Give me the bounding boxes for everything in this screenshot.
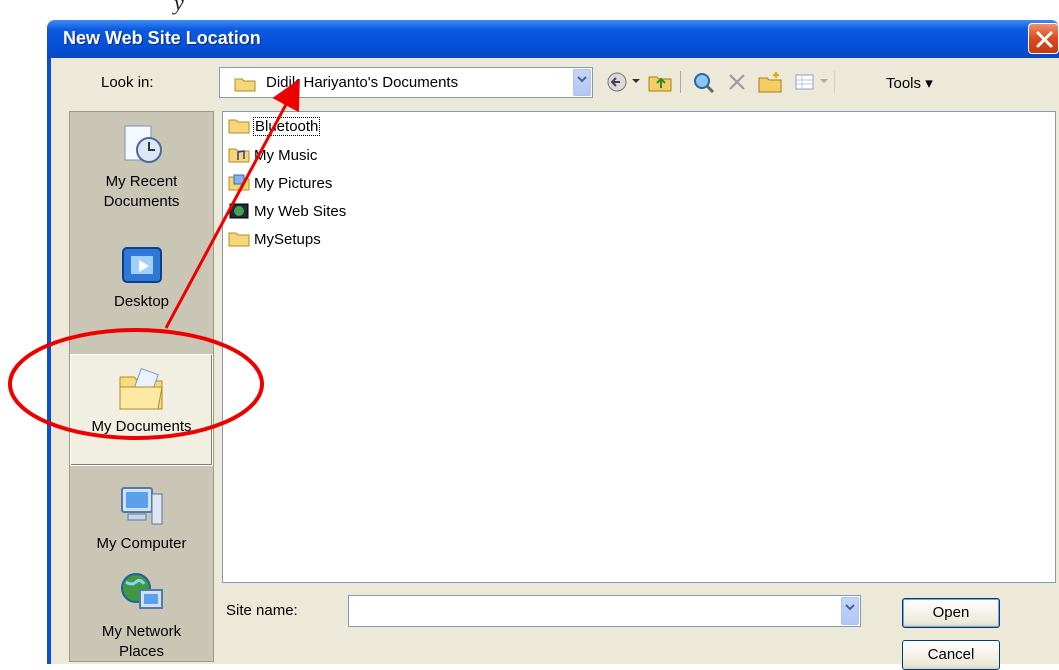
place-label: My Network xyxy=(101,623,182,640)
file-name: Bluetooth xyxy=(252,117,321,136)
place-my-network-places[interactable]: My Network Places xyxy=(70,572,213,662)
tools-label: Tools xyxy=(886,75,922,92)
pictures-folder-icon xyxy=(228,174,250,191)
dialog-title: New Web Site Location xyxy=(63,28,261,48)
place-label: Documents xyxy=(103,193,180,210)
music-folder-icon xyxy=(228,148,250,163)
folder-icon xyxy=(234,78,256,92)
file-name: My Music xyxy=(254,147,318,164)
place-my-computer[interactable]: My Computer xyxy=(70,484,213,584)
document-fragment-text: y xyxy=(174,0,184,15)
folder-icon xyxy=(228,232,250,247)
search-web-icon[interactable] xyxy=(692,71,716,93)
new-web-site-location-dialog: New Web Site Location Look in: Didik Har… xyxy=(47,20,1059,670)
views-icon[interactable] xyxy=(794,71,816,93)
cancel-button[interactable]: Cancel xyxy=(902,640,1000,670)
place-label: My Documents xyxy=(91,418,192,435)
place-label: Desktop xyxy=(113,293,170,310)
network-places-icon xyxy=(120,573,163,609)
up-folder-icon[interactable] xyxy=(648,71,672,93)
place-label: My Recent xyxy=(105,173,178,190)
site-name-label: Site name: xyxy=(226,602,298,619)
dialog-body: Look in: Didik Hariyanto's Documents Too… xyxy=(51,58,1059,670)
new-folder-icon[interactable] xyxy=(758,71,782,93)
title-bar[interactable]: New Web Site Location xyxy=(47,20,1059,58)
recent-documents-icon xyxy=(124,125,162,163)
close-icon xyxy=(1036,31,1053,48)
close-button[interactable] xyxy=(1028,23,1059,54)
back-icon[interactable] xyxy=(606,71,628,93)
chevron-down-icon xyxy=(577,76,587,83)
look-in-value: Didik Hariyanto's Documents xyxy=(266,74,459,91)
look-in-dropdown-arrow[interactable] xyxy=(573,69,591,96)
place-label: My Computer xyxy=(96,535,187,552)
tools-menu[interactable]: Tools ▾ xyxy=(886,74,933,92)
site-name-input[interactable] xyxy=(351,598,838,624)
delete-icon[interactable] xyxy=(726,71,748,93)
chevron-down-icon xyxy=(845,604,855,611)
open-button[interactable]: Open xyxy=(902,598,1000,628)
my-documents-icon xyxy=(119,367,163,410)
views-dropdown-icon[interactable] xyxy=(820,79,828,85)
look-in-dropdown[interactable]: Didik Hariyanto's Documents xyxy=(219,67,593,98)
place-my-recent-documents[interactable]: My Recent Documents xyxy=(70,122,213,222)
site-name-field[interactable] xyxy=(348,595,861,627)
place-label: Places xyxy=(118,643,165,660)
look-in-label: Look in: xyxy=(101,74,154,91)
site-name-dropdown-arrow[interactable] xyxy=(841,597,859,625)
toolbar: Tools ▾ xyxy=(606,68,966,98)
back-dropdown-icon[interactable] xyxy=(632,79,640,85)
folder-icon xyxy=(228,119,250,134)
place-desktop[interactable]: Desktop xyxy=(70,242,213,332)
file-name: My Pictures xyxy=(254,175,333,192)
place-my-documents[interactable]: My Documents xyxy=(70,354,213,466)
file-list: Bluetooth My Music My Pictures My Web Si… xyxy=(222,111,1056,583)
places-bar: My Recent Documents Desktop My Documents xyxy=(69,111,214,662)
desktop-icon xyxy=(121,247,162,283)
file-name: MySetups xyxy=(254,231,321,248)
web-sites-folder-icon xyxy=(229,203,249,219)
file-name: My Web Sites xyxy=(254,203,347,220)
my-computer-icon xyxy=(120,487,162,525)
